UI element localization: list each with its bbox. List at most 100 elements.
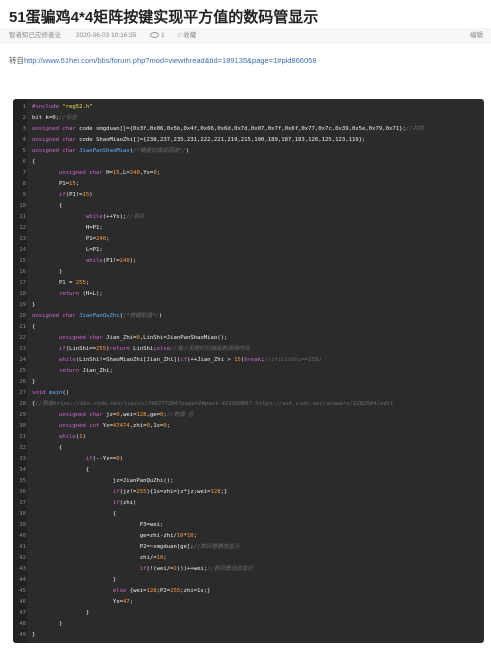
line-number: 33 <box>19 456 26 462</box>
code-text: else {wei=128;P2=255;zhi=1s;} <box>32 586 211 597</box>
code-token: ; <box>156 170 161 176</box>
code-line: 25 return Jian_Zhi; <box>13 366 484 377</box>
code-token: ge=zhi-zhi/ <box>32 533 177 539</box>
publish-date: 2020-06-03 10:16:35 <box>76 32 137 39</box>
favorite-button[interactable]: ☆收藏 <box>176 28 196 44</box>
code-line: 10 { <box>13 201 484 212</box>
author-link[interactable]: 智者知已应修善业 <box>9 28 61 44</box>
line-number: 6 <box>22 159 26 165</box>
code-text: } <box>32 608 89 619</box>
code-text: bit k=0;//标志 <box>32 113 77 124</box>
code-token: )))++wei; <box>176 566 208 572</box>
code-line: 12 H=P1; <box>13 223 484 234</box>
code-line: 37 if(zhi) <box>13 498 484 509</box>
line-number: 46 <box>19 599 26 605</box>
line-number: 35 <box>19 478 26 484</box>
code-token: } <box>32 632 36 638</box>
code-token: {wei= <box>129 588 147 594</box>
code-token: { <box>32 324 36 330</box>
code-line: 28 {//摘自https://bbs.csdn.net/topics/39637… <box>13 399 484 410</box>
code-token: jz=JianPanQuZhi(); <box>32 478 174 484</box>
code-token: if <box>58 192 66 198</box>
line-number: 39 <box>19 522 26 528</box>
code-token: if <box>112 489 120 495</box>
code-token: { <box>32 467 90 473</box>
code-token: code ShaoMiaoZhi[]={238,237,235,231,222,… <box>79 137 366 143</box>
code-token: ,1s= <box>149 423 164 429</box>
code-token: break <box>244 357 262 363</box>
line-number: 48 <box>19 621 26 627</box>
code-token: () <box>62 390 70 396</box>
line-number: 42 <box>19 555 26 561</box>
line-number: 41 <box>19 544 26 550</box>
line-number: 10 <box>19 203 26 209</box>
code-token: (P1!= <box>65 192 83 198</box>
code-text: } <box>32 267 62 278</box>
line-number: 12 <box>19 225 26 231</box>
code-token: unsigned char <box>58 412 107 418</box>
code-token: (zhi) <box>119 500 137 506</box>
code-text: unsigned char JianPanQuZhi(/*按键取值*/) <box>32 311 162 322</box>
code-text: { <box>32 322 35 333</box>
code-token: (P1!= <box>102 258 120 264</box>
code-token: unsigned char <box>32 137 80 143</box>
line-number: 18 <box>19 291 26 297</box>
code-token: } <box>32 302 36 308</box>
code-token: unsigned char <box>32 313 80 319</box>
code-token: //数值 位 <box>166 412 194 418</box>
code-token: 255 <box>136 489 147 495</box>
code-line: 4 unsigned char code ShaoMiaoZhi[]={238,2… <box>13 135 484 146</box>
code-line: 24 while(LinShi!=ShaoMiaoZhi[Jian_Zhi])i… <box>13 355 484 366</box>
code-token: {1s=zhi=jz*jz;wei= <box>149 489 211 495</box>
line-number: 32 <box>19 445 26 451</box>
code-token: 15 <box>234 357 241 363</box>
code-text: if(jz!=255){1s=zhi=jz*jz;wei=128;} <box>32 487 228 498</box>
code-line: 19} <box>13 300 484 311</box>
code-token: 47474 <box>112 423 130 429</box>
code-line: 49} <box>13 630 484 641</box>
code-text: while(P1!=240); <box>32 256 137 267</box>
code-token: H= <box>106 170 113 176</box>
code-token: main <box>48 390 63 396</box>
eye-icon <box>150 32 159 39</box>
code-token: //减小无按时扫描函数调用时间 <box>170 346 250 352</box>
code-line: 44 } <box>13 575 484 586</box>
code-token: while <box>85 258 103 264</box>
code-line: 11 while(++Ys);//消抖 <box>13 212 484 223</box>
code-text: L=P1; <box>32 245 103 256</box>
code-token: Ys= <box>32 599 123 605</box>
line-number: 27 <box>19 390 26 396</box>
code-token: { <box>32 445 63 451</box>
code-line: 30 unsigned int Ys=47474,zhi=0,1s=0; <box>13 421 484 432</box>
code-token: 15 <box>69 181 76 187</box>
code-line: 35 jz=JianPanQuZhi(); <box>13 476 484 487</box>
code-token: 15 <box>112 170 120 176</box>
code-token: 240 <box>129 170 140 176</box>
code-text: ge=zhi-zhi/10*10; <box>32 531 197 542</box>
edit-link[interactable]: 编辑 <box>470 28 483 44</box>
code-token: ;} <box>220 489 228 495</box>
code-token: (++Ys); <box>102 214 127 220</box>
code-token: ,zhi= <box>129 423 147 429</box>
repost-url-link[interactable]: http://www.51hei.com/bbs/forum.php?mod=v… <box>24 56 317 65</box>
code-line: 5 unsigned char JianPanShaoMiao(/*键盘扫描返回值… <box>13 146 484 157</box>
code-token: if <box>180 357 187 363</box>
code-text: { <box>32 465 89 476</box>
code-line: 36 if(jz!=255){1s=zhi=jz*jz;wei=128;} <box>13 487 484 498</box>
code-token: //数码管静态显示 <box>193 544 240 550</box>
code-line: 39 P3=wei; <box>13 520 484 531</box>
view-count: 1 <box>150 28 165 44</box>
code-token: 255 <box>75 280 86 286</box>
code-token: } <box>32 621 63 627</box>
code-line: 31 while(1) <box>13 432 484 443</box>
code-token: 10 <box>186 533 194 539</box>
line-number: 30 <box>19 423 26 429</box>
code-token: 240 <box>119 258 130 264</box>
